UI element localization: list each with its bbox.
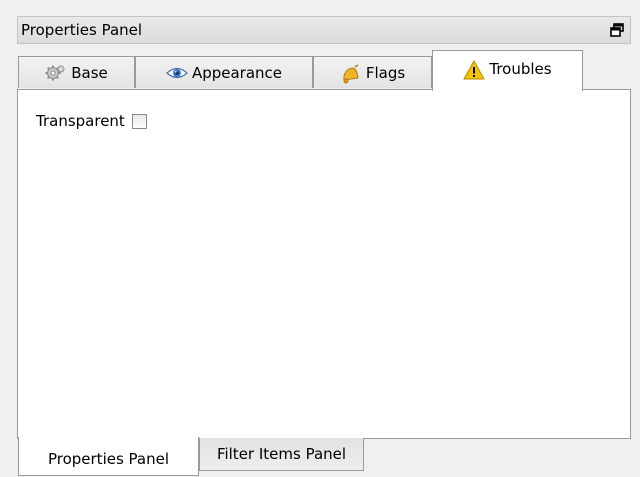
properties-panel-window: Properties Panel Base Appearance Flags T…: [17, 0, 631, 477]
warning-icon: [463, 59, 486, 80]
tab-flags[interactable]: Flags: [313, 56, 432, 88]
panel-title-bar[interactable]: Properties Panel: [17, 16, 631, 44]
troubles-content-panel: Transparent: [17, 89, 631, 439]
bell-icon: [340, 63, 360, 83]
tab-appearance-label: Appearance: [191, 63, 283, 82]
gear-icon: [45, 64, 65, 82]
tab-flags-label: Flags: [365, 63, 406, 82]
tab-properties-panel-label: Properties Panel: [47, 450, 170, 468]
panel-title: Properties Panel: [21, 21, 143, 39]
bottom-tab-strip: Properties Panel Filter Items Panel: [17, 437, 631, 477]
tab-properties-panel[interactable]: Properties Panel: [18, 437, 199, 476]
properties-tab-strip: Base Appearance Flags Troubles: [17, 50, 631, 91]
tab-base-label: Base: [71, 63, 108, 82]
transparent-field: Transparent: [36, 112, 147, 130]
tab-filter-items-panel-label: Filter Items Panel: [216, 445, 347, 463]
tab-troubles[interactable]: Troubles: [432, 50, 583, 91]
transparent-checkbox[interactable]: [131, 113, 147, 129]
tab-appearance[interactable]: Appearance: [135, 56, 313, 88]
restore-window-icon[interactable]: [610, 23, 624, 37]
tab-base[interactable]: Base: [18, 56, 135, 88]
eye-icon: [166, 64, 188, 82]
tab-filter-items-panel[interactable]: Filter Items Panel: [199, 438, 364, 471]
transparent-label: Transparent: [36, 112, 125, 130]
tab-troubles-label: Troubles: [489, 60, 552, 78]
